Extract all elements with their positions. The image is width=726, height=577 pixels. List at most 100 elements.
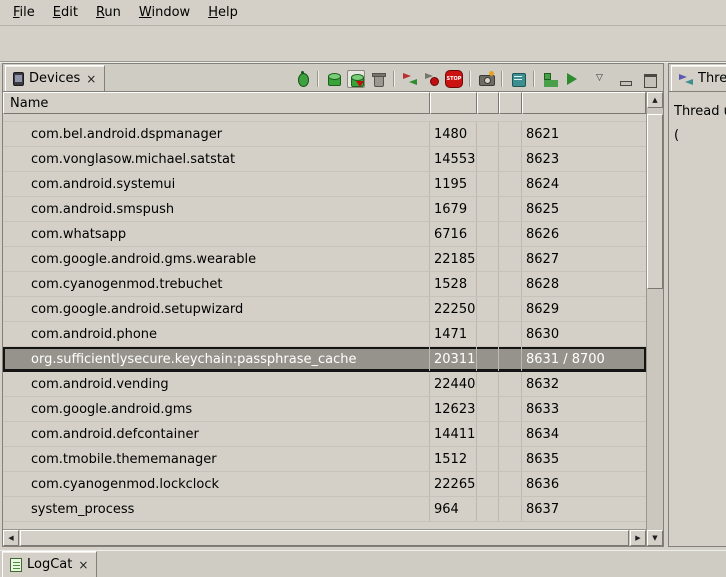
cell-extra2	[499, 297, 522, 321]
view-menu-icon[interactable]	[593, 70, 611, 88]
tab-devices-label: Devices	[29, 71, 80, 86]
vertical-scrollbar[interactable]	[646, 92, 663, 546]
tab-logcat[interactable]: LogCat	[2, 551, 97, 577]
menu-bar: FileEditRunWindowHelp	[0, 0, 726, 26]
capture-systrace-icon[interactable]	[509, 70, 527, 88]
process-pid: 22185	[430, 247, 477, 271]
column-header-pid[interactable]	[430, 92, 477, 114]
close-icon[interactable]	[85, 73, 97, 85]
table-row[interactable]: com.google.android.gms126238633	[3, 397, 646, 422]
table-row[interactable]: com.android.systemui11958624	[3, 172, 646, 197]
tab-devices[interactable]: Devices	[5, 65, 105, 91]
cell-extra1	[477, 447, 499, 471]
cell-extra2	[499, 272, 522, 296]
process-pid: 12623	[430, 397, 477, 421]
scroll-left-button[interactable]	[3, 530, 19, 546]
menu-file[interactable]: File	[4, 1, 44, 24]
minimize-icon[interactable]	[617, 70, 635, 88]
process-pid: 22440	[430, 372, 477, 396]
threads-message: Thread up (	[674, 100, 724, 148]
menu-edit[interactable]: Edit	[44, 1, 87, 24]
hierarchy-view-icon[interactable]	[541, 70, 559, 88]
process-pid: 1679	[430, 197, 477, 221]
scroll-up-button[interactable]	[647, 92, 663, 108]
cell-extra1	[477, 397, 499, 421]
column-header-extra1[interactable]	[477, 92, 499, 114]
process-pid: 22250	[430, 297, 477, 321]
device-table-body: com.bel.android.dspmanager14808621com.vo…	[3, 114, 646, 529]
process-port: 8637	[522, 497, 646, 521]
cell-extra1	[477, 372, 499, 396]
menu-window[interactable]: Window	[130, 1, 199, 24]
toolbar-separator	[469, 71, 471, 87]
table-row[interactable]: com.google.android.setupwizard222508629	[3, 297, 646, 322]
process-port: 8621	[522, 122, 646, 146]
cell-extra2	[499, 322, 522, 346]
process-pid: 14411	[430, 422, 477, 446]
cell-extra2	[499, 397, 522, 421]
cell-extra2	[499, 472, 522, 496]
process-port: 8634	[522, 422, 646, 446]
table-row[interactable]: com.android.phone1471 8630	[3, 322, 646, 347]
maximize-icon[interactable]	[641, 70, 659, 88]
table-row[interactable]: com.bel.android.dspmanager14808621	[3, 122, 646, 147]
process-name: org.sufficientlysecure.keychain:passphra…	[3, 347, 430, 371]
menu-help[interactable]: Help	[199, 1, 247, 24]
toolbar-separator	[317, 71, 319, 87]
logcat-bar: LogCat	[0, 550, 726, 577]
threads-icon	[679, 72, 693, 86]
cell-extra1	[477, 122, 499, 146]
process-name: system_process	[3, 497, 430, 521]
process-port: 8627	[522, 247, 646, 271]
cell-extra1	[477, 147, 499, 171]
devices-tabbar: Devices STOP	[3, 64, 663, 92]
column-header-extra2[interactable]	[499, 92, 522, 114]
process-port: 8631 / 8700	[522, 347, 646, 371]
table-row[interactable]: com.cyanogenmod.trebuchet15288628	[3, 272, 646, 297]
stop-process-icon[interactable]: STOP	[445, 70, 463, 88]
table-row[interactable]: com.google.android.gms.wearable22185 8627	[3, 247, 646, 272]
update-heap-icon[interactable]	[325, 70, 343, 88]
column-header-port[interactable]	[522, 92, 646, 114]
table-row[interactable]: com.whatsapp67168626	[3, 222, 646, 247]
scroll-right-button[interactable]	[630, 530, 646, 546]
tab-logcat-label: LogCat	[27, 557, 72, 572]
start-opengl-trace-icon[interactable]	[563, 70, 581, 88]
table-row[interactable]: system_process9648637	[3, 497, 646, 522]
update-threads-icon[interactable]	[401, 70, 419, 88]
cause-gc-icon[interactable]	[369, 70, 387, 88]
process-pid: 14553	[430, 147, 477, 171]
table-row[interactable]: com.android.smspush16798625	[3, 197, 646, 222]
screen-capture-icon[interactable]	[477, 70, 495, 88]
table-row[interactable]: com.tmobile.thememanager15128635	[3, 447, 646, 472]
horizontal-scroll-thumb[interactable]	[20, 530, 629, 546]
process-name: com.android.phone	[3, 322, 430, 346]
process-name: com.google.android.setupwizard	[3, 297, 430, 321]
process-port: 8624	[522, 172, 646, 196]
menu-run[interactable]: Run	[87, 1, 130, 24]
horizontal-scrollbar[interactable]	[3, 529, 646, 546]
cell-extra2	[499, 247, 522, 271]
table-row[interactable]: com.cyanogenmod.lockclock222658636	[3, 472, 646, 497]
tab-threads[interactable]: Threa	[671, 65, 726, 91]
process-port: 8630	[522, 322, 646, 346]
dump-hprof-icon[interactable]	[347, 70, 365, 88]
debug-process-icon[interactable]	[293, 70, 311, 88]
table-row[interactable]: com.android.defcontainer144118634	[3, 422, 646, 447]
cell-extra1	[477, 247, 499, 271]
process-name: com.google.android.gms.wearable	[3, 247, 430, 271]
table-row[interactable]: com.android.vending224408632	[3, 372, 646, 397]
column-header-name[interactable]: Name	[3, 92, 430, 114]
vertical-scroll-thumb[interactable]	[647, 114, 663, 289]
toolbar-separator	[501, 71, 503, 87]
cell-extra1	[477, 297, 499, 321]
process-pid: 1471	[430, 322, 477, 346]
table-row[interactable]: com.vonglasow.michael.satstat145538623	[3, 147, 646, 172]
close-icon[interactable]	[77, 559, 89, 571]
cell-extra2	[499, 197, 522, 221]
cell-extra2	[499, 122, 522, 146]
start-method-profiling-icon[interactable]	[423, 70, 441, 88]
devices-icon	[13, 72, 24, 86]
scroll-down-button[interactable]	[647, 530, 663, 546]
table-row[interactable]: org.sufficientlysecure.keychain:passphra…	[3, 347, 646, 372]
